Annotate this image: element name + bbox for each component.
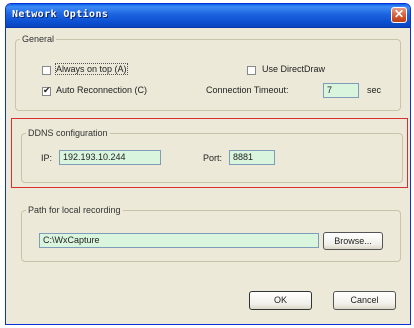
general-legend: General [22,34,55,44]
use-directdraw-label[interactable]: Use DirectDraw [262,64,325,74]
always-on-top-checkbox[interactable] [42,66,51,75]
ddns-highlight-frame [11,118,408,188]
browse-button[interactable]: Browse... [323,232,383,250]
cancel-button[interactable]: Cancel [333,291,396,310]
connection-timeout-label: Connection Timeout: [206,85,289,95]
auto-reconnection-checkbox[interactable]: ✔ [42,85,51,96]
recording-legend: Path for local recording [28,205,121,215]
connection-timeout-input[interactable]: 7 [323,83,359,98]
recording-path-input[interactable]: C:\WxCapture [39,233,319,248]
auto-reconnection-label[interactable]: Auto Reconnection (C) [56,85,147,95]
checkmark-icon: ✔ [43,85,51,95]
window-title: Network Options [12,9,109,20]
use-directdraw-checkbox[interactable] [247,66,256,75]
always-on-top-label[interactable]: Always on top (A) [55,63,128,75]
timeout-unit-label: sec [367,85,382,95]
close-icon[interactable]: ✕ [391,7,407,23]
title-bar[interactable]: Network Options ✕ [6,4,410,28]
ok-button[interactable]: OK [249,291,312,310]
